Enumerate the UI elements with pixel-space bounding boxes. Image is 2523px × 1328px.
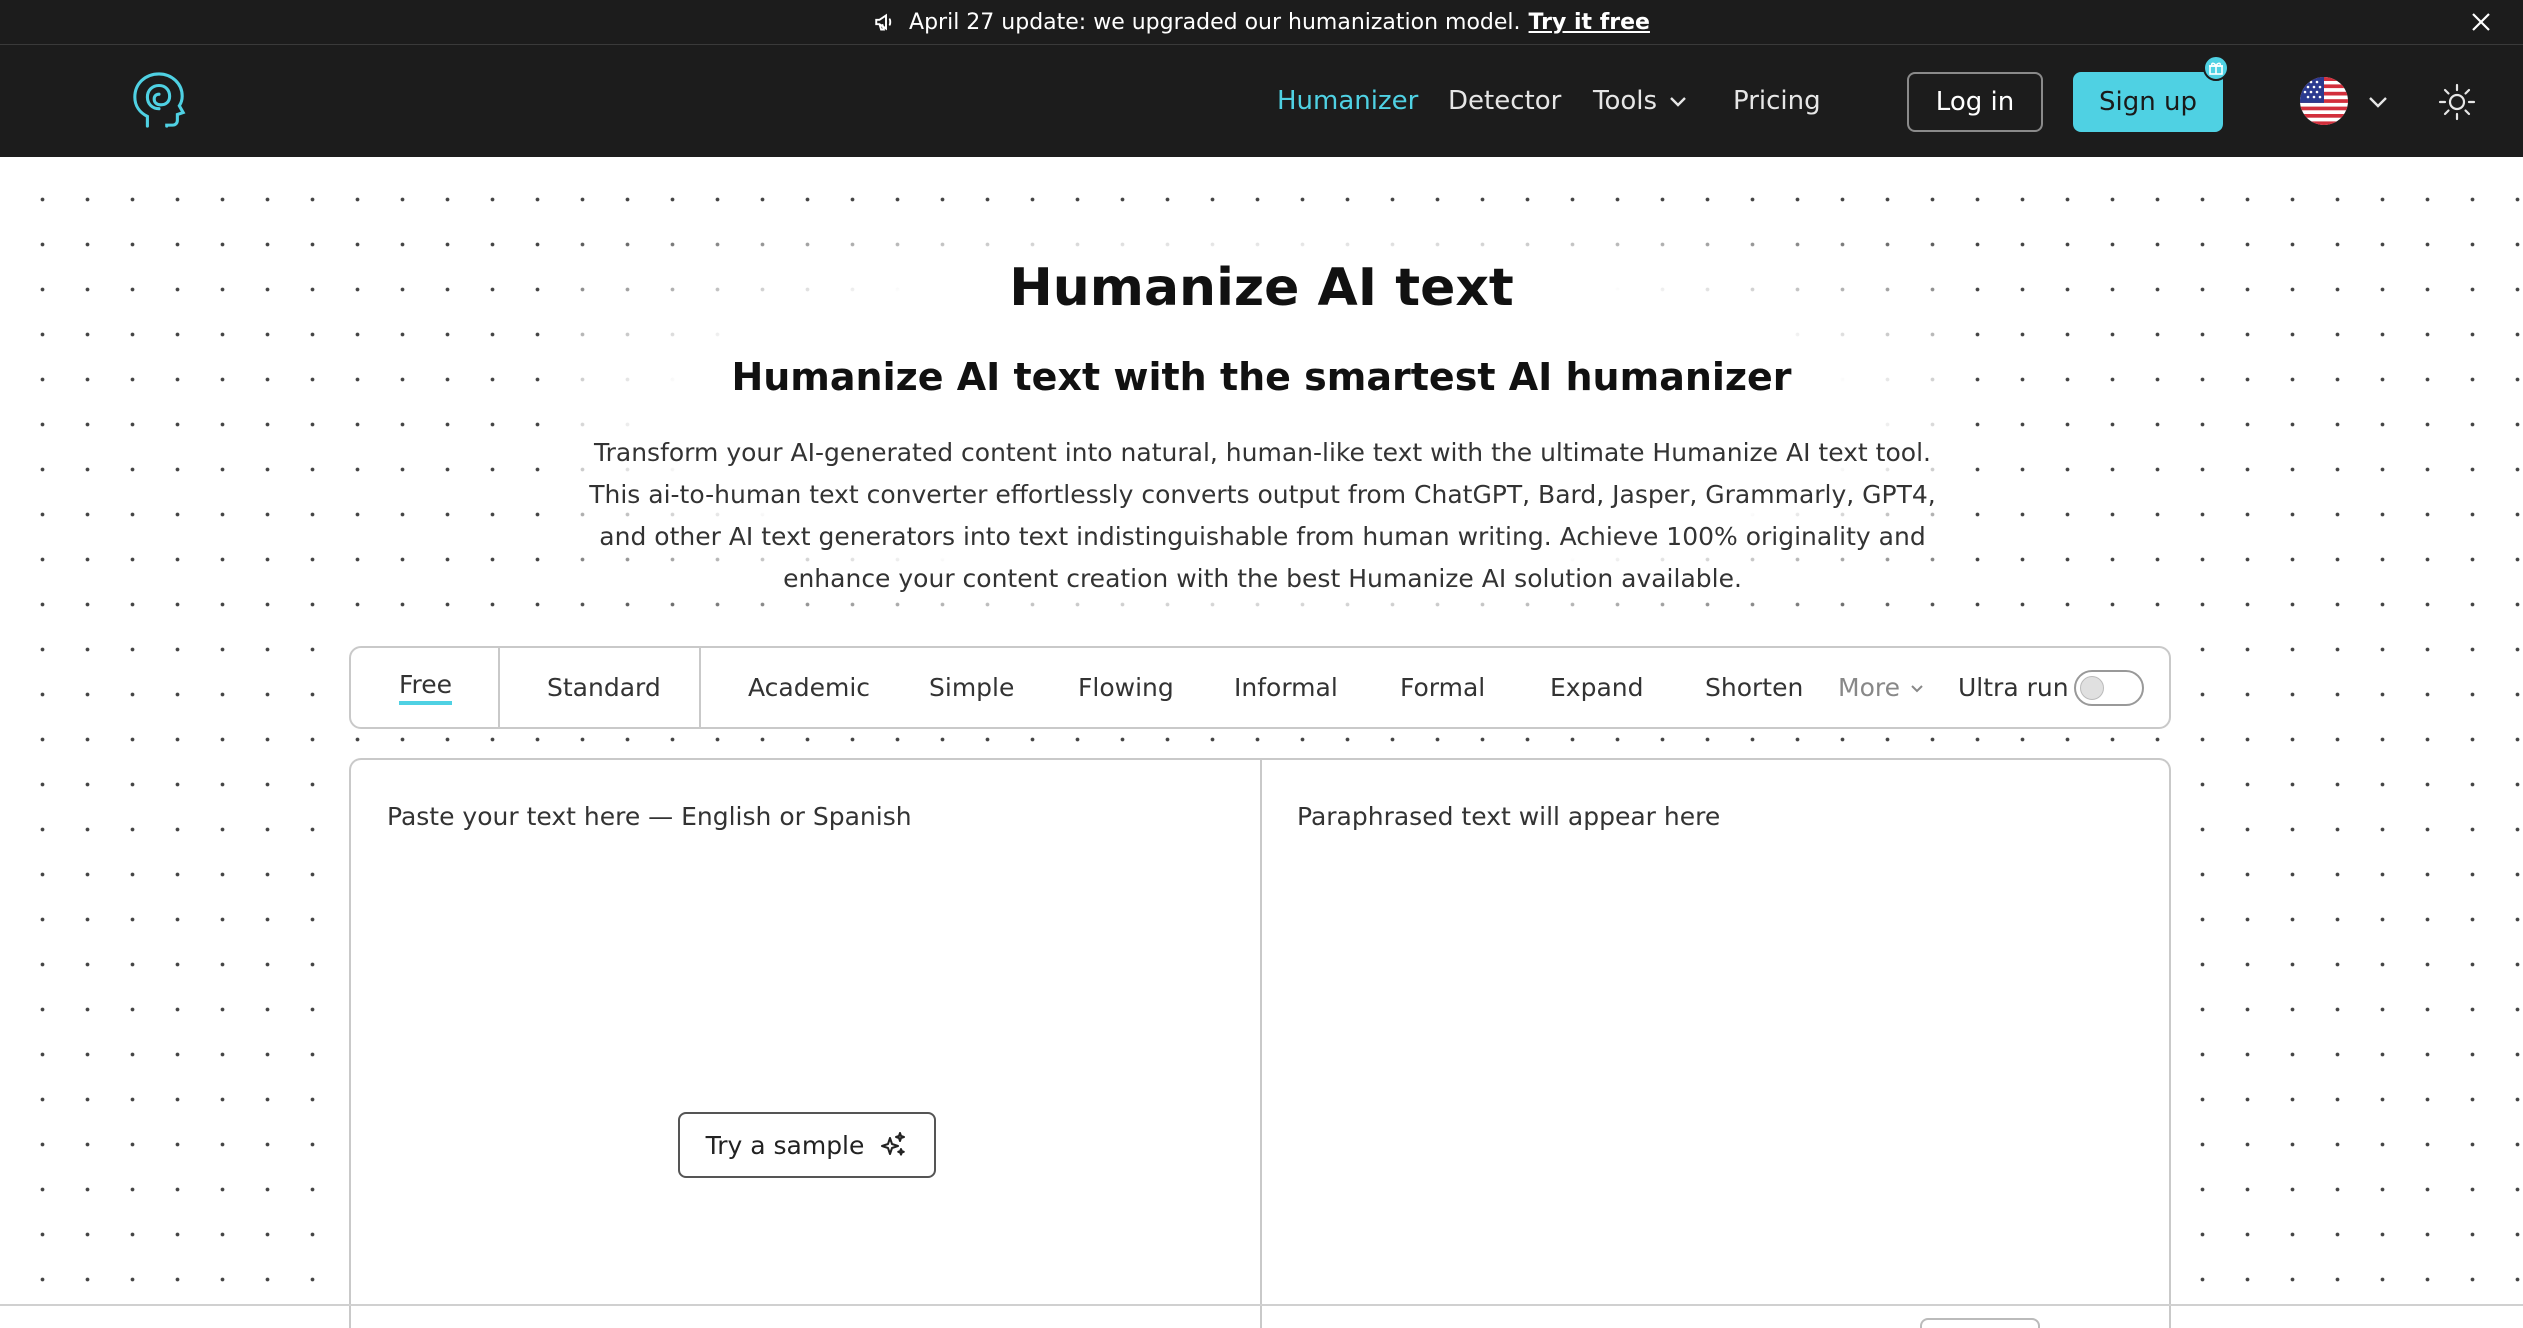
toggle-knob (2080, 676, 2104, 700)
mode-divider (498, 648, 500, 727)
sparkles-icon (881, 1132, 906, 1156)
nav-tools-label: Tools (1593, 86, 1658, 116)
mode-more-label: More (1838, 673, 1900, 702)
bottom-divider (0, 1304, 2523, 1306)
announcement-text: April 27 update: we upgraded our humaniz… (909, 9, 1521, 35)
signup-button[interactable]: Sign up (2073, 72, 2223, 132)
mode-informal[interactable]: Informal (1234, 648, 1338, 727)
top-navigation: Humanizer Detector Tools Pricing Log in … (0, 45, 2523, 157)
mode-informal-label: Informal (1234, 673, 1338, 702)
mode-academic[interactable]: Academic (748, 648, 870, 727)
mode-flowing-label: Flowing (1078, 673, 1174, 702)
theme-toggle-sun-icon[interactable] (2437, 82, 2477, 122)
language-chevron-down-icon[interactable] (2366, 90, 2390, 114)
bottom-widget (1920, 1318, 2040, 1328)
page-subtitle: Humanize AI text with the smartest AI hu… (731, 355, 1792, 399)
login-button[interactable]: Log in (1907, 72, 2043, 132)
mode-formal-label: Formal (1400, 673, 1486, 702)
nav-pricing[interactable]: Pricing (1733, 81, 1821, 121)
mode-formal[interactable]: Formal (1400, 648, 1485, 727)
mode-more-dropdown[interactable]: More (1838, 648, 1926, 727)
megaphone-icon (875, 13, 892, 31)
chevron-down-icon (1911, 684, 1923, 692)
gift-icon (2203, 55, 2229, 81)
mode-standard-label: Standard (547, 673, 661, 702)
mode-free-label: Free (399, 670, 453, 705)
mode-flowing[interactable]: Flowing (1078, 648, 1174, 727)
mode-expand-label: Expand (1550, 673, 1644, 702)
mode-tabs: Free Standard Academic Simple Flowing In… (349, 646, 2171, 729)
mode-simple-label: Simple (929, 673, 1015, 702)
ultra-run-label: Ultra run (1958, 648, 2069, 727)
try-sample-label: Try a sample (705, 1130, 865, 1160)
nav-detector[interactable]: Detector (1448, 81, 1561, 121)
close-announcement-button[interactable] (2467, 8, 2495, 36)
mode-expand[interactable]: Expand (1550, 648, 1644, 727)
mode-shorten-label: Shorten (1705, 673, 1804, 702)
page-title: Humanize AI text (1009, 258, 1514, 318)
output-area: Paraphrased text will appear here (1297, 802, 1721, 831)
page-description: Transform your AI-generated content into… (589, 438, 1936, 593)
mode-simple[interactable]: Simple (929, 648, 1014, 727)
logo-icon[interactable] (130, 70, 188, 130)
try-it-free-link[interactable]: Try it free (1529, 10, 1650, 35)
nav-humanizer[interactable]: Humanizer (1277, 81, 1418, 121)
nav-tools[interactable]: Tools (1593, 81, 1689, 121)
nav-humanizer-label: Humanizer (1277, 86, 1419, 116)
ultra-run-toggle[interactable] (2074, 670, 2144, 706)
mode-shorten[interactable]: Shorten (1705, 648, 1803, 727)
try-sample-button[interactable]: Try a sample (678, 1112, 936, 1178)
mode-standard[interactable]: Standard (547, 648, 661, 727)
nav-pricing-label: Pricing (1733, 86, 1821, 116)
nav-detector-label: Detector (1448, 86, 1562, 116)
chevron-down-icon (1670, 97, 1686, 107)
editor-panel: Paste your text here — English or Spanis… (349, 758, 2171, 1328)
mode-academic-label: Academic (748, 673, 871, 702)
us-flag-icon[interactable] (2300, 77, 2348, 125)
ultra-run-text: Ultra run (1958, 673, 2069, 702)
mode-divider (699, 648, 701, 727)
editor-divider (1260, 760, 1262, 1328)
close-icon (2472, 13, 2490, 31)
input-textarea[interactable]: Paste your text here — English or Spanis… (387, 802, 912, 831)
announcement-bar: April 27 update: we upgraded our humaniz… (0, 0, 2523, 45)
mode-free[interactable]: Free (399, 648, 453, 727)
